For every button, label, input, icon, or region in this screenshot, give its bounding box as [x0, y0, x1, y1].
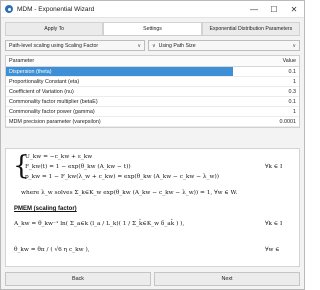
- next-button[interactable]: Next: [154, 272, 300, 286]
- column-header-value[interactable]: Value: [233, 58, 299, 64]
- parameter-name: Proportionality Constant (eta): [9, 78, 80, 85]
- scaling-select[interactable]: Path-level scaling using Scaling Factor …: [5, 40, 145, 51]
- column-header-parameter[interactable]: Parameter: [6, 56, 233, 66]
- minimize-button[interactable]: —: [244, 1, 264, 18]
- chevron-down-icon: ∨: [292, 42, 296, 49]
- pmem-heading: PMEM (scaling factor): [14, 206, 77, 212]
- forall-k-2: ∀k ∈ I: [265, 221, 283, 227]
- maximize-button[interactable]: ☐: [264, 1, 284, 18]
- parameter-value[interactable]: 0.1: [233, 99, 299, 105]
- chevron-down-icon: ∨: [137, 42, 141, 49]
- formula-cdf: F_kw(t) = 1 − exp(θ_kw (A_kw − t)): [25, 164, 131, 170]
- formula-panel: { U_kw = −c_kw + ε_kw F_kw(t) = 1 − exp(…: [5, 148, 300, 267]
- parameter-name: Dispersion (theta): [6, 67, 233, 76]
- parameter-value[interactable]: 1: [233, 79, 299, 85]
- parameter-value[interactable]: 0.0001: [233, 119, 299, 125]
- formula-where: where λ_w solves Σ_k∈K_w exp(θ_kw (A_kw …: [21, 190, 238, 196]
- back-button[interactable]: Back: [5, 272, 151, 286]
- parameter-value[interactable]: 0.3: [233, 89, 299, 95]
- parameter-name: Coefficient of Variation (nu): [9, 88, 74, 95]
- table-row[interactable]: Commonality factor multiplier (betaE) 0.…: [6, 97, 299, 107]
- table-row[interactable]: Proportionality Constant (eta) 1: [6, 77, 299, 87]
- wizard-footer: Back Next: [5, 272, 300, 286]
- parameter-grid: Parameter Value Dispersion (theta) 0.1 P…: [5, 55, 300, 128]
- path-select-value: Using Path Size: [158, 42, 196, 49]
- table-row[interactable]: Commonality factor power (gamma) 1: [6, 107, 299, 117]
- parameter-name: MDM precision parameter (varepsilon): [9, 118, 101, 125]
- scaling-select-value: Path-level scaling using Scaling Factor: [9, 42, 99, 49]
- settings-selects: Path-level scaling using Scaling Factor …: [5, 40, 300, 51]
- formula-theta: θ_kw = θπ / ( √6 η c_kw ),: [14, 247, 90, 253]
- table-row[interactable]: MDM precision parameter (varepsilon) 0.0…: [6, 117, 299, 127]
- parameter-value[interactable]: 0.1: [233, 69, 299, 75]
- tab-bar: Apply To Settings Exponential Distributi…: [5, 22, 300, 36]
- table-row[interactable]: Dispersion (theta) 0.1: [6, 67, 299, 77]
- title-bar: MDM - Exponential Wizard — ☐ ✕: [1, 1, 304, 18]
- tab-exponential-distribution-parameters[interactable]: Exponential Distribution Parameters: [201, 22, 300, 35]
- tab-settings[interactable]: Settings: [103, 22, 202, 35]
- formula-probability: p_kw = 1 − F_kw(λ_w + c_kw) = exp(θ_kw (…: [25, 174, 219, 180]
- parameter-name: Commonality factor power (gamma): [9, 108, 95, 115]
- window-title: MDM - Exponential Wizard: [17, 5, 95, 13]
- close-button[interactable]: ✕: [284, 1, 304, 18]
- tab-apply-to[interactable]: Apply To: [5, 22, 104, 35]
- path-select[interactable]: ∨ Using Path Size ∨: [148, 40, 300, 51]
- parameter-name: Commonality factor multiplier (betaE): [9, 98, 98, 105]
- table-row[interactable]: Coefficient of Variation (nu) 0.3: [6, 87, 299, 97]
- chevron-down-icon: ∨: [152, 42, 156, 49]
- wizard-window: MDM - Exponential Wizard — ☐ ✕ Apply To …: [0, 0, 305, 290]
- forall-w: ∀w ∈: [265, 247, 280, 253]
- app-icon: [5, 5, 13, 13]
- parameter-value[interactable]: 1: [233, 109, 299, 115]
- formula-utility: U_kw = −c_kw + ε_kw: [25, 154, 93, 160]
- forall-k: ∀k ∈ I: [265, 164, 283, 170]
- formula-akw: A_kw = θ_kw⁻¹ ln( Σ_a∈k (l_a / L_k)( 1 /…: [14, 221, 185, 227]
- grid-header: Parameter Value: [6, 56, 299, 67]
